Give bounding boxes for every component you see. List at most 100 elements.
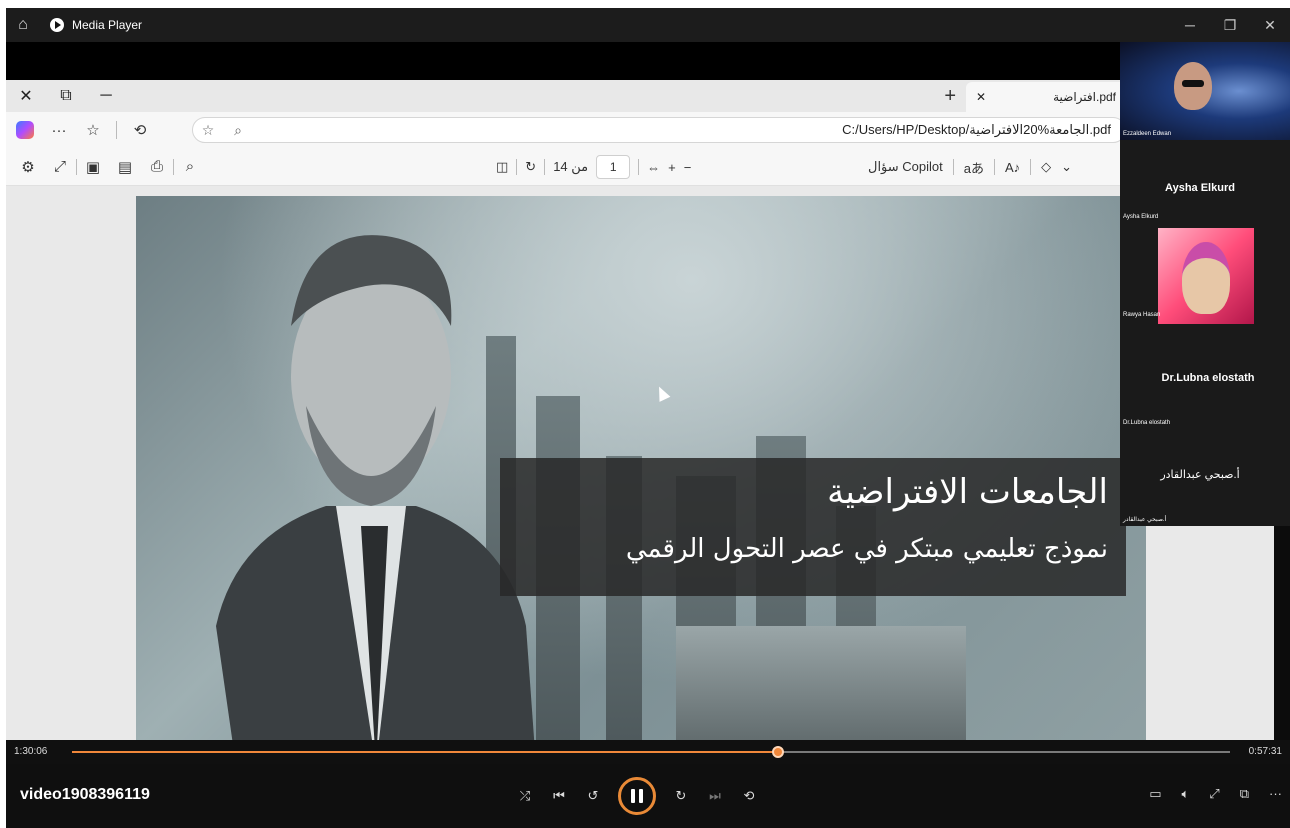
seek-progress [72,751,779,753]
participant-tile: Dr.Lubna elostath Dr.Lubna elostath [1120,330,1290,430]
media-player-logo-icon [50,18,64,32]
slide-subtitle: نموذج تعليمي مبتكر في عصر التحول الرقمي [625,534,1108,564]
shuffle-icon[interactable]: ⤮ [516,788,534,804]
save-icon[interactable]: ▤ [109,158,141,176]
read-aloud-icon[interactable]: A♪ [1005,160,1020,175]
chevron-down-icon[interactable]: ⌄ [1061,159,1072,175]
divider [1030,159,1032,175]
print-icon[interactable]: ⎙ [141,158,173,175]
participant-name: أ.صبحي عبدالقادر [1160,469,1240,481]
mini-player-icon[interactable]: ⧉ [1240,786,1249,802]
search-icon[interactable]: ⌕ [174,158,206,175]
fit-width-icon[interactable]: ⇔ [647,160,660,175]
favorites-icon[interactable]: ☆ [76,121,110,139]
participant-label: Dr.Lubna elostath [1123,420,1171,426]
restore-icon[interactable]: ❐ [1210,8,1250,42]
draw-icon[interactable]: ◇ [1041,159,1051,175]
participants-panel: Ezzaldeen Edwan Aysha Elkurd Aysha Elkur… [1120,42,1290,526]
fullscreen-icon[interactable]: ⤢ [44,158,76,175]
slide-title-box: الجامعات الافتراضية نموذج تعليمي مبتكر ف… [500,458,1126,596]
remaining-time: 0:57:31 [1248,746,1282,757]
repeat-off-icon[interactable]: ⟲ [740,788,758,804]
divider [544,159,546,175]
playback-controls: video1908396119 ⤮ ⏮ ↺ ↻ ⏭ ⟲ ▭ 🔈︎ ⤢ ⧉ ··· [6,764,1290,828]
window-controls: ─ ❐ ✕ [1170,8,1290,42]
participant-label: أ.صبحي عبدالقادر [1123,517,1167,523]
minimize-icon[interactable]: ─ [1170,8,1210,42]
businessman-image [216,235,535,740]
app-title: Media Player [72,18,143,32]
video-title: video1908396119 [20,786,150,803]
skip-back-10-icon[interactable]: ↺ [584,788,602,804]
browser-tab[interactable]: ✕ افتراضية.pdf [966,82,1126,112]
rotate-icon[interactable]: ↻ [525,159,536,175]
more-options-icon[interactable]: ··· [1269,786,1282,802]
captions-icon[interactable]: ▭ [1149,786,1161,802]
video-content-browser: ✕ ⧉ ─ + ✕ افتراضية.pdf ··· ☆ ⟲ ☆ ⌕ C:/Us… [6,80,1274,740]
tab-title: افتراضية.pdf [1053,90,1116,104]
slide-title: الجامعات الافتراضية [827,472,1108,512]
transport-buttons: ⤮ ⏮ ↺ ↻ ⏭ ⟲ [516,777,758,815]
close-window-icon[interactable]: ✕ [6,86,46,106]
secondary-controls: ▭ 🔈︎ ⤢ ⧉ ··· [1149,786,1282,802]
divider [952,159,954,175]
participant-video-tile: Ezzaldeen Edwan [1120,42,1290,140]
rooftop-image [676,626,966,740]
url-text: C:/Users/HP/Desktop/الجامعة%20الافتراضية… [842,122,1111,137]
participant-label: Rawya Hasan [1123,312,1161,318]
seek-bar[interactable] [72,746,1230,758]
participant-tile: أ.صبحي عبدالقادر أ.صبحي عبدالقادر [1120,430,1290,526]
participant-video-tile: Rawya Hasan [1120,220,1290,330]
next-icon[interactable]: ⏭ [706,788,724,804]
divider [116,121,117,139]
page-navigation: ◫ ↻ من 14 1 ⇔ + − [496,148,691,186]
page-view-icon[interactable]: ◫ [496,159,508,175]
pause-icon [631,789,635,803]
fullscreen-icon[interactable]: ⤢ [1209,786,1219,802]
translate-icon[interactable]: aあ [964,158,984,177]
browser-tab-bar: ✕ ⧉ ─ + ✕ افتراضية.pdf [6,80,1274,112]
volume-icon[interactable]: 🔈︎ [1181,786,1189,802]
pause-button[interactable] [618,777,656,815]
tab-actions-icon[interactable]: ⧉ [46,87,86,105]
star-icon[interactable]: ☆ [193,122,223,139]
close-icon[interactable]: ✕ [1250,8,1290,42]
participant-name: Dr.Lubna elostath [1161,372,1255,384]
participant-name: Aysha Elkurd [1165,182,1235,194]
zoom-in-icon[interactable]: + [668,160,676,175]
address-field[interactable]: ☆ ⌕ C:/Users/HP/Desktop/الجامعة%20الافتر… [192,117,1126,143]
pdf-page-slide: الجامعات الافتراضية نموذج تعليمي مبتكر ف… [136,196,1146,740]
participant-video [1174,62,1212,110]
divider [638,159,640,175]
previous-icon[interactable]: ⏮ [550,788,568,804]
participant-photo [1158,228,1254,324]
new-tab-icon[interactable]: + [944,80,956,112]
seek-handle[interactable] [772,746,785,758]
pause-icon [639,789,643,803]
pdf-toolbar-right: سؤال Copilot aあ A♪ ◇ ⌄ [868,148,1072,186]
address-bar-row: ··· ☆ ⟲ ☆ ⌕ C:/Users/HP/Desktop/الجامعة%… [6,112,1274,148]
divider [516,159,518,175]
media-player-window: ⌂ Media Player ─ ❐ ✕ ✕ ⧉ ─ + ✕ افتراضية.… [6,8,1290,828]
save-as-icon[interactable]: ▣ [77,158,109,176]
copilot-icon[interactable] [16,121,34,139]
minimize-icon[interactable]: ─ [86,87,126,105]
elapsed-time: 1:30:06 [14,746,48,757]
participant-tile: Aysha Elkurd Aysha Elkurd [1120,140,1290,220]
skip-forward-30-icon[interactable]: ↻ [672,788,690,804]
page-count: من 14 [553,159,589,174]
zoom-search-icon[interactable]: ⌕ [223,122,253,139]
more-icon[interactable]: ··· [42,122,76,139]
participant-face [1182,242,1230,314]
participant-label: Ezzaldeen Edwan [1123,131,1172,137]
pdf-toolbar: ⚙ ⤢ ▣ ▤ ⎙ ⌕ ◫ ↻ من 14 1 ⇔ + − سؤال Copil… [6,148,1274,186]
divider [993,159,995,175]
home-icon[interactable]: ⌂ [6,16,40,34]
settings-icon[interactable]: ⚙ [12,158,44,176]
zoom-out-icon[interactable]: − [684,160,692,175]
seek-area: 1:30:06 0:57:31 [6,740,1290,764]
ask-copilot-button[interactable]: سؤال Copilot [868,159,943,175]
page-number-input[interactable]: 1 [596,155,631,179]
tab-close-icon[interactable]: ✕ [976,90,986,104]
extensions-icon[interactable]: ⟲ [123,121,157,139]
